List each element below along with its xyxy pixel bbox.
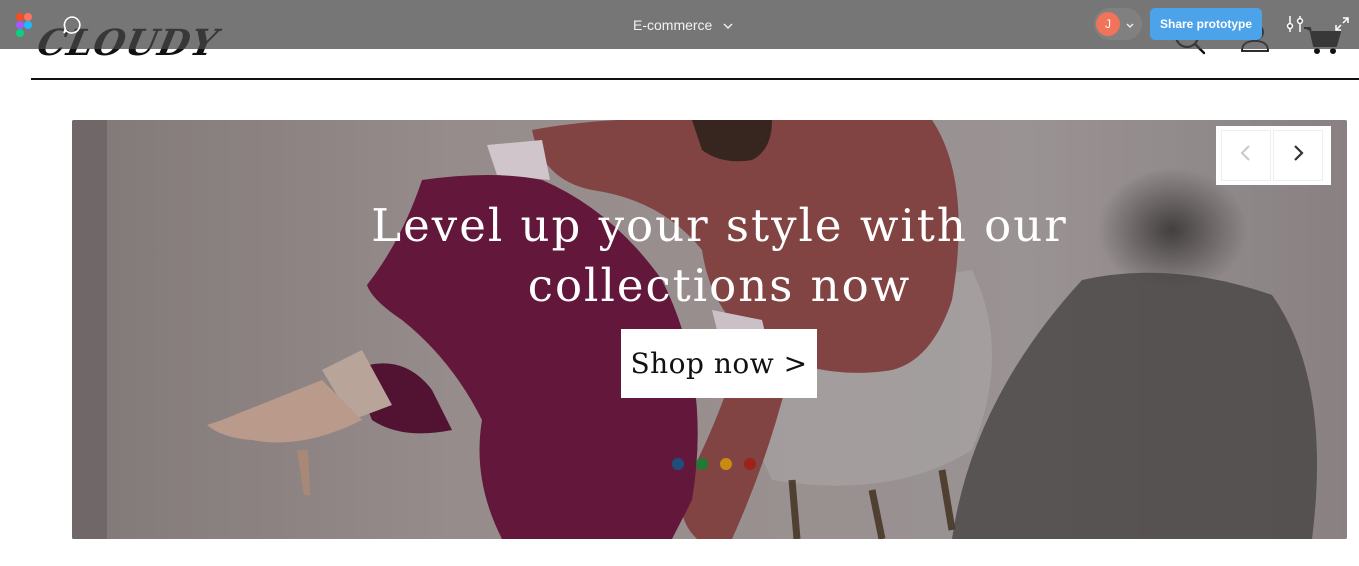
prototype-title[interactable]: E-commerce [633, 15, 734, 35]
slider-dots [672, 458, 756, 472]
chevron-down-icon [1125, 18, 1135, 30]
comment-icon[interactable] [62, 15, 82, 35]
expand-icon[interactable] [1334, 16, 1350, 32]
hero-headline: Level up your style with our collections… [371, 199, 1068, 312]
slider-nav [1216, 126, 1331, 185]
slider-dot[interactable] [744, 458, 756, 470]
figma-logo[interactable] [16, 13, 32, 37]
figma-prototype-bar: E-commerce J Share prototype [0, 0, 1359, 49]
shop-now-button[interactable]: Shop now > [621, 329, 817, 398]
chevron-left-icon [1239, 144, 1253, 167]
settings-icon[interactable] [1285, 14, 1305, 34]
slider-dot[interactable] [672, 458, 684, 470]
slider-prev-button[interactable] [1221, 130, 1271, 181]
slider-dot[interactable] [696, 458, 708, 470]
slider-next-button[interactable] [1273, 130, 1323, 181]
chevron-down-icon [722, 19, 734, 31]
slider-dot[interactable] [720, 458, 732, 470]
header-divider [31, 78, 1359, 80]
prototype-name: E-commerce [633, 17, 713, 33]
hero-slider: Level up your style with our collections… [72, 120, 1347, 539]
user-menu[interactable]: J [1094, 8, 1142, 40]
share-prototype-button[interactable]: Share prototype [1150, 8, 1262, 40]
avatar: J [1096, 12, 1120, 36]
chevron-right-icon [1291, 144, 1305, 167]
